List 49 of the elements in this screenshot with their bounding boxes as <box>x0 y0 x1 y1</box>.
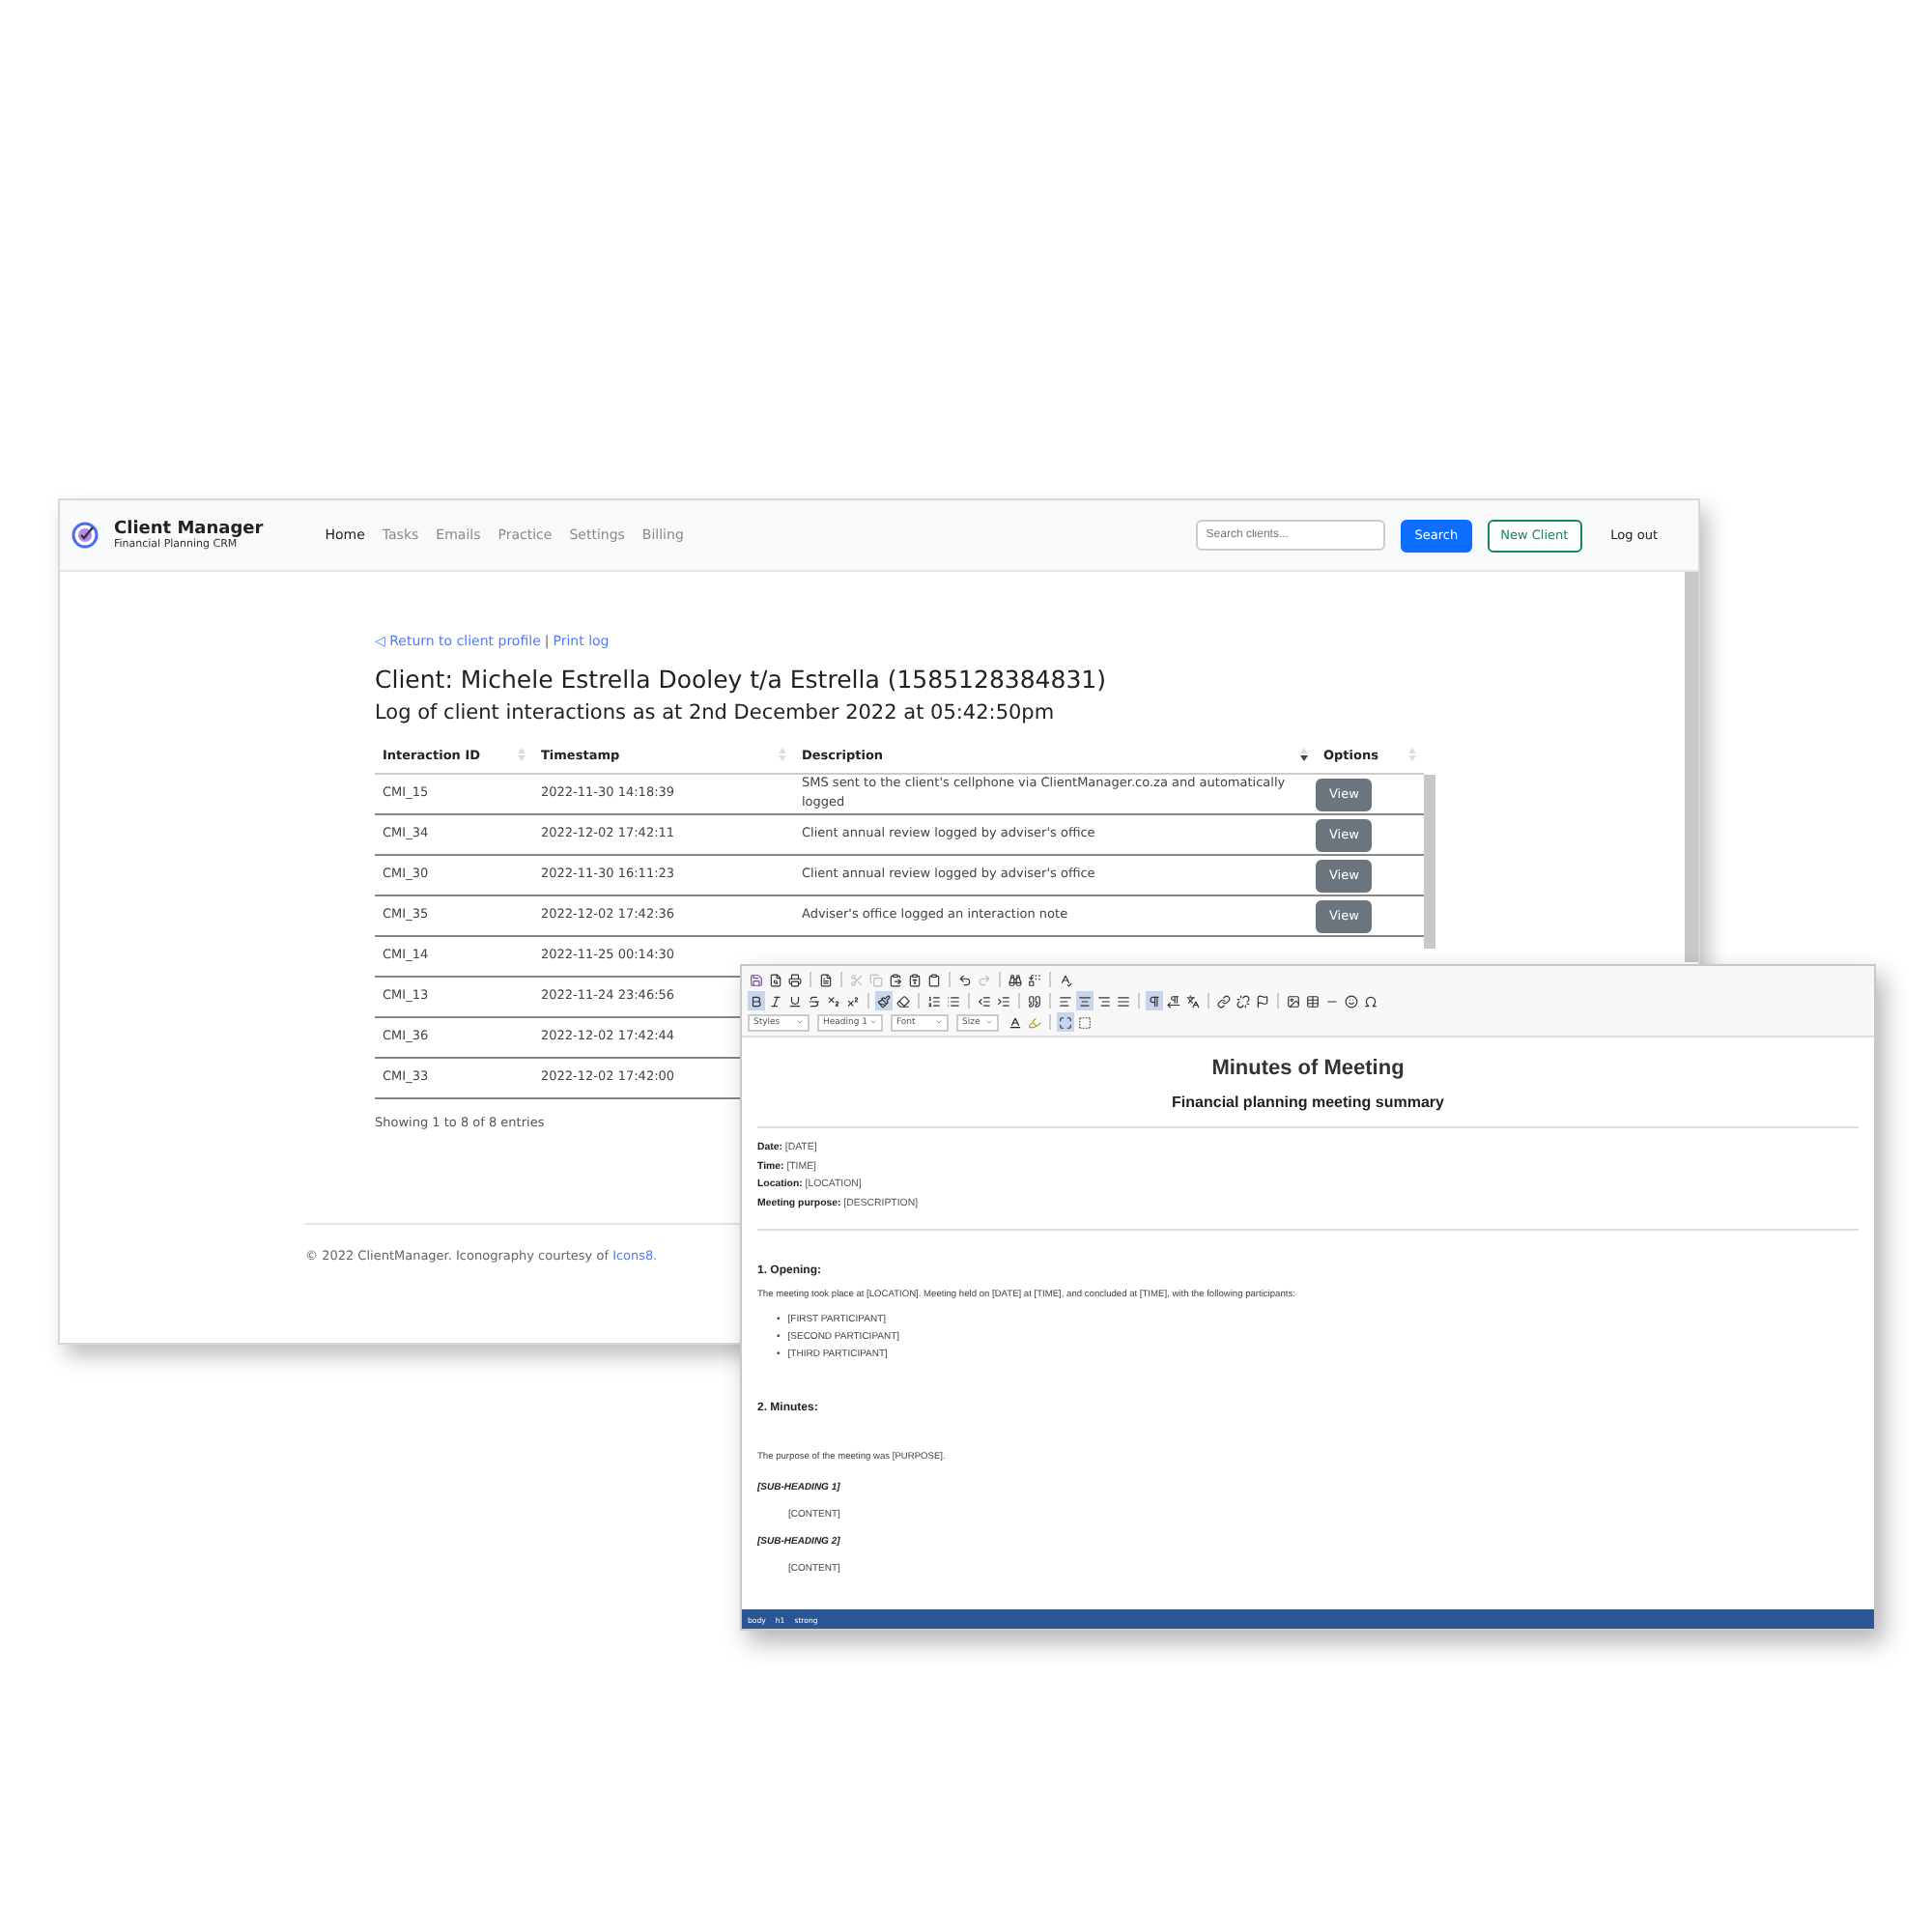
flag-icon[interactable] <box>1254 991 1271 1010</box>
logo-icon <box>71 522 99 549</box>
table-icon[interactable] <box>1304 991 1321 1010</box>
eraser-icon[interactable] <box>895 991 912 1010</box>
align-justify-icon[interactable] <box>1115 991 1132 1010</box>
spellcheck-icon[interactable] <box>1057 970 1074 989</box>
binoculars-icon[interactable] <box>1007 970 1024 989</box>
subscript-icon[interactable] <box>825 991 842 1010</box>
numbered-list-icon[interactable] <box>925 991 943 1010</box>
text-direction-icon[interactable] <box>1146 991 1163 1010</box>
sort-descending-icon[interactable] <box>1300 747 1308 760</box>
underline-icon[interactable] <box>786 991 804 1010</box>
bold-icon[interactable] <box>748 991 765 1010</box>
document-subtitle: Financial planning meeting summary <box>1170 1094 1446 1111</box>
outdent-icon[interactable] <box>976 991 993 1010</box>
scrollbar[interactable] <box>1685 572 1698 962</box>
preview-icon[interactable] <box>767 970 784 989</box>
text-color-icon[interactable] <box>1007 1012 1024 1032</box>
maximize-icon[interactable] <box>1057 1012 1074 1032</box>
template-icon[interactable] <box>817 970 835 989</box>
align-center-icon[interactable] <box>1076 991 1094 1010</box>
undo-icon[interactable] <box>956 970 974 989</box>
indent-icon[interactable] <box>995 991 1012 1010</box>
link-icon[interactable] <box>1215 991 1233 1010</box>
superscript-icon[interactable] <box>844 991 862 1010</box>
show-blocks-icon[interactable] <box>1076 1012 1094 1032</box>
brush-icon[interactable] <box>875 991 893 1010</box>
image-icon[interactable] <box>1285 991 1302 1010</box>
save-icon[interactable] <box>748 970 765 989</box>
print-icon[interactable] <box>786 970 804 989</box>
brand-title: Client Manager <box>114 520 264 539</box>
italic-icon[interactable] <box>767 991 784 1010</box>
paste-text-icon[interactable] <box>906 970 923 989</box>
align-right-icon[interactable] <box>1095 991 1113 1010</box>
paste-icon[interactable] <box>887 970 904 989</box>
strikethrough-icon[interactable] <box>806 991 823 1010</box>
scrollbar[interactable] <box>1424 775 1435 949</box>
language-icon[interactable] <box>1184 991 1202 1010</box>
client-heading: Client: Michele Estrella Dooley t/a Estrella (1585128384831) <box>375 665 1108 694</box>
omega-icon[interactable] <box>1362 991 1379 1010</box>
paste-word-icon[interactable] <box>925 970 943 989</box>
align-left-icon[interactable] <box>1057 991 1074 1010</box>
text-direction-icon[interactable] <box>1165 991 1182 1010</box>
log-heading: Log of client interactions as at 2nd December 2022 at 05:42:50pm <box>375 701 1057 724</box>
unlink-icon[interactable] <box>1235 991 1252 1010</box>
quote-icon[interactable] <box>1026 991 1043 1010</box>
smiley-icon[interactable] <box>1343 991 1360 1010</box>
bullet-list-icon[interactable] <box>945 991 962 1010</box>
document-title: Minutes of Meeting <box>1209 1057 1406 1080</box>
